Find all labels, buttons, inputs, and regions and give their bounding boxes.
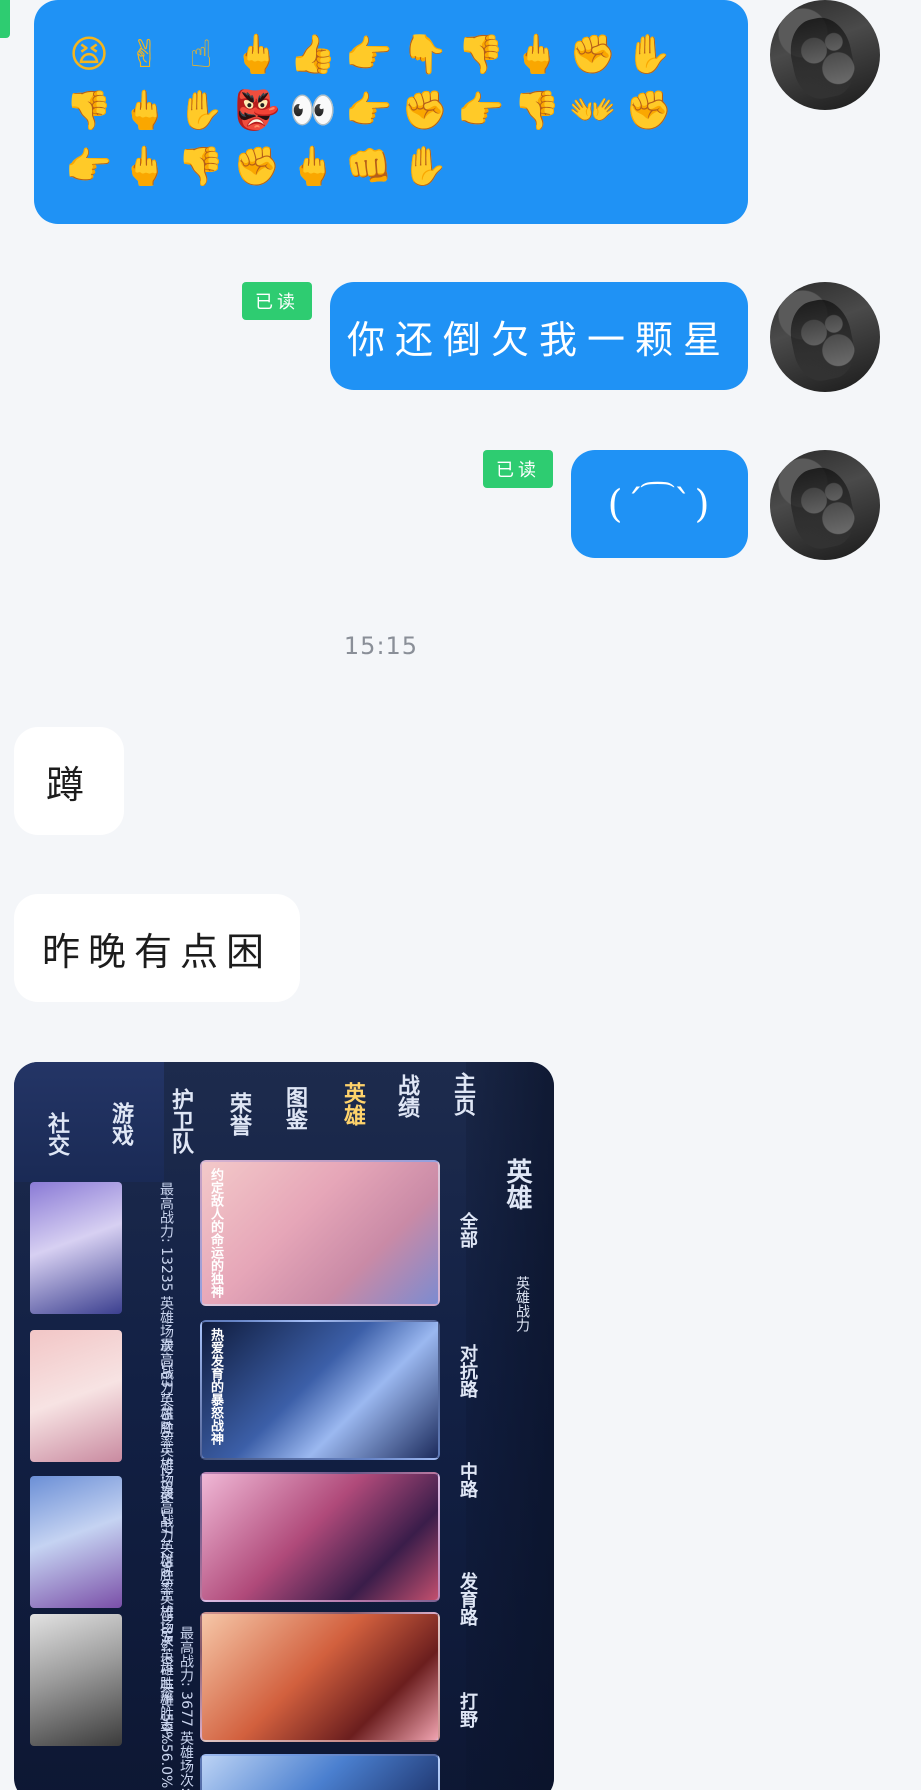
photo-filter-tab: 对抗路: [457, 1344, 478, 1398]
photo-nav-item: 社交: [44, 1112, 69, 1156]
goblin-mask-icon: 👺: [233, 88, 281, 132]
thumbs-down-icon: 👎: [65, 88, 113, 132]
raised-hand-icon: ✋: [177, 88, 225, 132]
open-hands-icon: 👐: [569, 88, 617, 132]
image-message[interactable]: 英雄 英雄战力 主页 战绩 英雄 图鉴 荣誉 护卫队 游戏 社交 全部 对抗路 …: [14, 1062, 554, 1790]
incoming-message-bubble[interactable]: 昨晚有点困: [14, 894, 300, 1002]
index-up-icon: ☝: [189, 32, 213, 76]
emoji-message-bubble[interactable]: 😫 ✌ ☝ 🖕 👍 👉 👇 👎 🖕 ✊ ✋ 👎 🖕 ✋ 👺 👀 👉 ✊ 👉 👎 👐 ✊ 👉 🖕 👎 ✊ 🖕 👊 ✋: [34, 0, 748, 224]
point-down-icon: 👇: [401, 32, 449, 76]
eyes-icon: 👀: [289, 88, 337, 132]
point-right-icon: 👉: [345, 32, 393, 76]
thumbs-up-icon: 👍: [289, 32, 337, 76]
sender-avatar[interactable]: [770, 282, 880, 392]
victory-hand-icon: ✌: [129, 32, 161, 76]
hero-thumbnail: [30, 1182, 122, 1314]
raised-fist-icon: ✊: [233, 144, 281, 188]
hero-card: [200, 1612, 440, 1742]
photo-filter-tab: 中路: [457, 1462, 478, 1498]
message-timestamp: 15:15: [343, 632, 419, 660]
middle-finger-icon: 🖕: [121, 88, 169, 132]
hero-top-power: 最高战力: 4666: [158, 1338, 174, 1439]
hero-card: 约定敌人的命运的独神: [200, 1160, 440, 1306]
photo-filter-tab: 发育路: [457, 1572, 478, 1626]
photo-nav-item: 荣誉: [226, 1092, 251, 1136]
hero-top-power: 最高战力: 13235: [158, 1182, 174, 1292]
raised-fist-icon: ✊: [625, 88, 673, 132]
emoji-row: 👉 🖕 👎 ✊ 🖕 👊 ✋: [64, 138, 718, 194]
raised-fist-icon: ✊: [401, 88, 449, 132]
tired-face-icon: 😫: [69, 32, 109, 76]
photo-screen-subtitle: 英雄战力: [514, 1276, 530, 1332]
chat-conversation: 😫 ✌ ☝ 🖕 👍 👉 👇 👎 🖕 ✊ ✋ 👎 🖕 ✋ 👺 👀 👉 ✊ 👉 👎 👐 ✊ 👉 🖕 👎 ✊ 🖕 👊 ✋ 已读 你还倒欠我一颗…: [0, 0, 921, 1790]
photo-nav-item: 主页: [450, 1072, 475, 1116]
incoming-message-bubble[interactable]: 蹲: [14, 727, 124, 835]
photo-nav-panel: [14, 1062, 164, 1182]
hero-card: [200, 1472, 440, 1602]
middle-finger-icon: 🖕: [233, 32, 281, 76]
sender-avatar[interactable]: [770, 0, 880, 110]
point-right-icon: 👉: [457, 88, 505, 132]
oncoming-fist-icon: 👊: [345, 144, 393, 188]
hero-thumbnail: [30, 1476, 122, 1608]
raised-fist-icon: ✊: [569, 32, 617, 76]
unread-indicator: [0, 0, 10, 38]
thumbs-down-icon: 👎: [513, 88, 561, 132]
hero-top-power: 最高战力: 3677: [178, 1626, 194, 1727]
photo-filter-tab: 打野: [457, 1692, 478, 1728]
photo-nav-item: 护卫队: [168, 1088, 193, 1154]
hero-thumbnail: [30, 1614, 122, 1746]
thumbs-down-icon: 👎: [177, 144, 225, 188]
middle-finger-icon: 🖕: [513, 32, 561, 76]
point-right-icon: 👉: [65, 144, 113, 188]
photo-nav-item: 图鉴: [282, 1086, 307, 1130]
hero-stats: 最高战力: 3677 英雄场次: 84 英雄胜率: 50%: [156, 1626, 196, 1790]
emoji-row: 😫 ✌ ☝ 🖕 👍 👉 👇 👎 🖕 ✊ ✋: [64, 26, 718, 82]
photo-screen-title: 英雄: [502, 1158, 532, 1210]
hero-win-rate: 英雄胜率: 50%: [158, 1648, 174, 1745]
middle-finger-icon: 🖕: [121, 144, 169, 188]
hero-card: [200, 1754, 440, 1790]
thumbs-down-icon: 👎: [457, 32, 505, 76]
hero-caption: 约定敌人的命运的独神: [208, 1168, 223, 1298]
emoji-row: 👎 🖕 ✋ 👺 👀 👉 ✊ 👉 👎 👐 ✊: [64, 82, 718, 138]
outgoing-message-bubble[interactable]: 你还倒欠我一颗星: [330, 282, 748, 390]
read-status-badge: 已读: [483, 450, 553, 488]
raised-hand-icon: ✋: [401, 144, 449, 188]
point-right-icon: 👉: [345, 88, 393, 132]
photo-filter-tab: 全部: [457, 1212, 478, 1248]
photo-nav-item: 英雄: [340, 1082, 365, 1126]
hero-caption: 热爱发育的暴怒战神: [208, 1328, 223, 1445]
hero-card: 热爱发育的暴怒战神: [200, 1320, 440, 1460]
middle-finger-icon: 🖕: [289, 144, 337, 188]
raised-hand-icon: ✋: [625, 32, 673, 76]
outgoing-message-bubble[interactable]: (ˊ ͡ ˋ): [571, 450, 748, 558]
hero-top-power: 最高战力: 2966: [158, 1486, 174, 1587]
hero-thumbnail: [30, 1330, 122, 1462]
read-status-badge: 已读: [242, 282, 312, 320]
sender-avatar[interactable]: [770, 450, 880, 560]
photo-nav-item: 游戏: [108, 1102, 133, 1146]
photo-nav-item: 战绩: [394, 1074, 419, 1118]
